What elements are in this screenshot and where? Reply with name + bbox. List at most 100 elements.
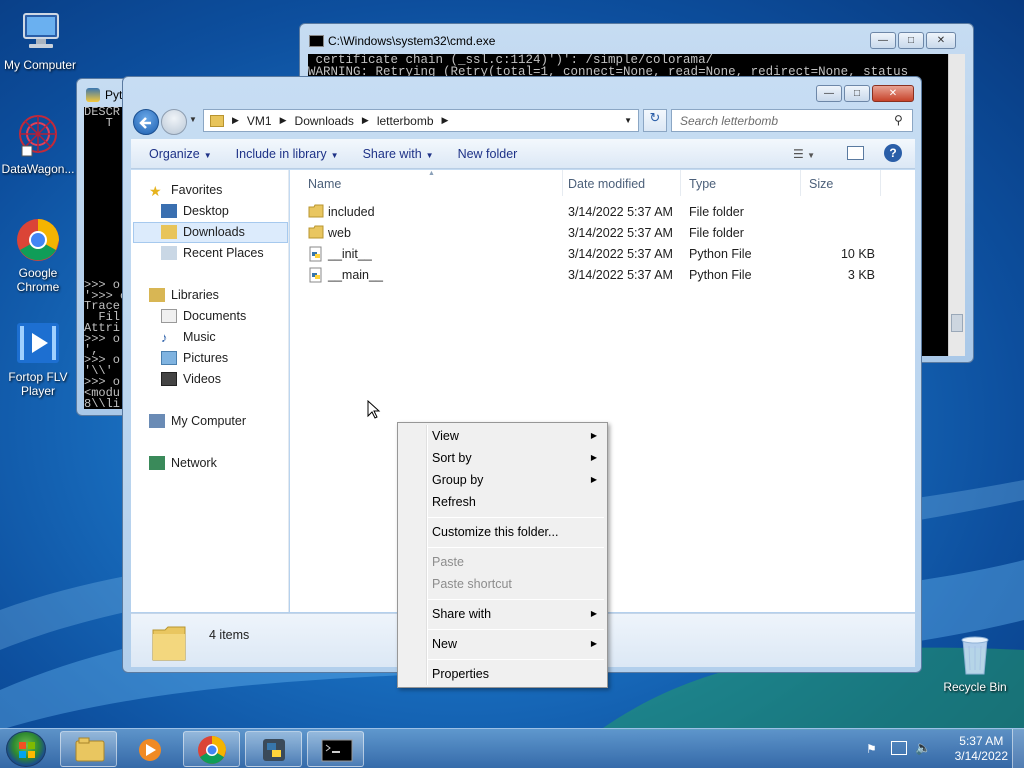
- documents-icon: [161, 309, 177, 323]
- breadcrumb-separator: ▶: [441, 115, 449, 125]
- context-menu-group-by[interactable]: Group by: [432, 473, 483, 487]
- file-date: 3/14/2022 5:37 AM: [568, 247, 673, 261]
- python-window-title: Pyt: [105, 88, 123, 102]
- preview-pane-icon[interactable]: [847, 146, 864, 160]
- breadcrumb-vm1[interactable]: VM1: [247, 114, 272, 128]
- nav-desktop[interactable]: Desktop: [161, 204, 229, 218]
- file-size: 10 KB: [840, 247, 875, 261]
- desktop-icon-label: Google Chrome: [16, 266, 60, 294]
- context-menu-refresh[interactable]: Refresh: [432, 495, 476, 509]
- nav-downloads[interactable]: Downloads: [161, 225, 245, 239]
- start-button[interactable]: [6, 731, 46, 767]
- music-icon: ♪: [161, 330, 168, 345]
- desktop-icon-my-computer[interactable]: My Computer: [0, 8, 80, 72]
- desktop-icon: [161, 204, 177, 218]
- nav-libraries[interactable]: Libraries: [149, 288, 219, 302]
- desktop-icon-recycle-bin[interactable]: Recycle Bin: [935, 630, 1015, 694]
- scrollbar-thumb[interactable]: [951, 314, 963, 332]
- nav-documents[interactable]: Documents: [161, 309, 246, 323]
- context-menu-new[interactable]: New: [432, 637, 457, 651]
- forward-button[interactable]: [161, 109, 187, 135]
- maximize-button[interactable]: □: [844, 85, 870, 102]
- minimize-button[interactable]: —: [816, 85, 842, 102]
- desktop-icon-chrome[interactable]: Google Chrome: [0, 216, 78, 294]
- submenu-arrow-icon: ▶: [590, 475, 597, 484]
- clock-date: 3/14/2022: [954, 749, 1008, 763]
- nav-music[interactable]: ♪ Music: [161, 330, 216, 345]
- breadcrumb-letterbomb[interactable]: letterbomb: [377, 114, 434, 128]
- cmd-scrollbar[interactable]: [948, 54, 965, 356]
- organize-button[interactable]: Organize ▼: [149, 147, 212, 161]
- cmd-icon: [321, 739, 353, 762]
- navigation-pane: ★ Favorites Desktop Downloads Recent Plac…: [131, 170, 289, 612]
- taskbar-media-player[interactable]: [121, 731, 178, 767]
- file-row[interactable]: web 3/14/2022 5:37 AM File folder: [290, 223, 915, 243]
- recent-pages-dropdown[interactable]: ▼: [189, 115, 197, 124]
- submenu-arrow-icon: ▶: [590, 453, 597, 462]
- file-row[interactable]: __init__ 3/14/2022 5:37 AM Python File 10 K…: [290, 244, 915, 264]
- context-menu-sort-by[interactable]: Sort by: [432, 451, 472, 465]
- breadcrumb-separator: ▶: [361, 115, 369, 125]
- nav-pictures[interactable]: Pictures: [161, 351, 228, 365]
- computer-icon: [16, 8, 64, 56]
- action-center-icon[interactable]: ⚑: [866, 742, 877, 756]
- search-input[interactable]: Search letterbomb: [671, 109, 913, 132]
- volume-icon[interactable]: 🔈: [915, 740, 931, 756]
- submenu-arrow-icon: ▶: [590, 639, 597, 648]
- search-icon[interactable]: ⚲: [894, 113, 903, 127]
- desktop-icon-flv-player[interactable]: Fortop FLV Player: [0, 320, 78, 398]
- new-folder-button[interactable]: New folder: [458, 147, 518, 161]
- address-dropdown[interactable]: ▼: [624, 116, 632, 125]
- chrome-icon: [14, 216, 62, 264]
- star-icon: ★: [149, 183, 162, 199]
- address-bar[interactable]: ▶ VM1 ▶ Downloads ▶ letterbomb ▶ ▼: [203, 109, 639, 132]
- desktop-icon-label: DataWagon...: [1, 162, 75, 176]
- network-icon: [149, 456, 165, 470]
- context-menu-share-with[interactable]: Share with: [432, 607, 491, 621]
- view-options-icon[interactable]: ☰ ▼: [793, 147, 815, 161]
- refresh-icon[interactable]: ↻: [643, 109, 667, 132]
- desktop-icon-datawagon[interactable]: DataWagon...: [0, 112, 78, 176]
- taskbar-chrome[interactable]: [183, 731, 240, 767]
- explorer-icon: [75, 737, 105, 762]
- nav-recent-places[interactable]: Recent Places: [161, 246, 264, 260]
- system-clock[interactable]: 5:37 AM 3/14/2022: [955, 734, 1008, 764]
- share-with-button[interactable]: Share with ▼: [363, 147, 434, 161]
- chrome-icon: [198, 736, 226, 764]
- maximize-button[interactable]: □: [898, 32, 924, 49]
- taskbar: ⚑ 🔈 5:37 AM 3/14/2022: [0, 728, 1024, 768]
- nav-videos[interactable]: Videos: [161, 372, 221, 386]
- close-button[interactable]: ✕: [872, 85, 914, 102]
- close-button[interactable]: ✕: [926, 32, 956, 49]
- media-player-icon: [139, 739, 161, 761]
- submenu-arrow-icon: ▶: [590, 609, 597, 618]
- windows-logo-icon: [19, 742, 35, 758]
- taskbar-explorer[interactable]: [60, 731, 117, 767]
- file-row[interactable]: included 3/14/2022 5:37 AM File folder: [290, 202, 915, 222]
- back-button[interactable]: [133, 109, 159, 135]
- recycle-bin-icon: [951, 630, 999, 678]
- column-header-date[interactable]: Date modified: [560, 170, 681, 196]
- column-header-type[interactable]: Type: [681, 170, 801, 196]
- folder-icon: [308, 225, 324, 239]
- nav-network[interactable]: Network: [149, 456, 217, 470]
- taskbar-python[interactable]: [245, 731, 302, 767]
- nav-favorites[interactable]: ★ Favorites: [149, 183, 222, 199]
- file-row[interactable]: __main__ 3/14/2022 5:37 AM Python File 3 KB: [290, 265, 915, 285]
- taskbar-cmd[interactable]: [307, 731, 364, 767]
- context-menu-customize[interactable]: Customize this folder...: [432, 525, 558, 539]
- context-menu-view[interactable]: View: [432, 429, 459, 443]
- context-menu-properties[interactable]: Properties: [432, 667, 489, 681]
- include-in-library-button[interactable]: Include in library ▼: [236, 147, 339, 161]
- desktop-icon-label: Fortop FLV Player: [8, 370, 68, 398]
- breadcrumb-downloads[interactable]: Downloads: [295, 114, 354, 128]
- file-date: 3/14/2022 5:37 AM: [568, 205, 673, 219]
- breadcrumb-separator: ▶: [279, 115, 287, 125]
- column-header-size[interactable]: Size: [801, 170, 881, 196]
- network-tray-icon[interactable]: [891, 741, 907, 755]
- minimize-button[interactable]: —: [870, 32, 896, 49]
- show-desktop-button[interactable]: [1012, 729, 1024, 768]
- command-bar: Organize ▼ Include in library ▼ Share with…: [131, 139, 915, 169]
- nav-my-computer[interactable]: My Computer: [149, 414, 246, 428]
- help-icon[interactable]: ?: [884, 144, 902, 162]
